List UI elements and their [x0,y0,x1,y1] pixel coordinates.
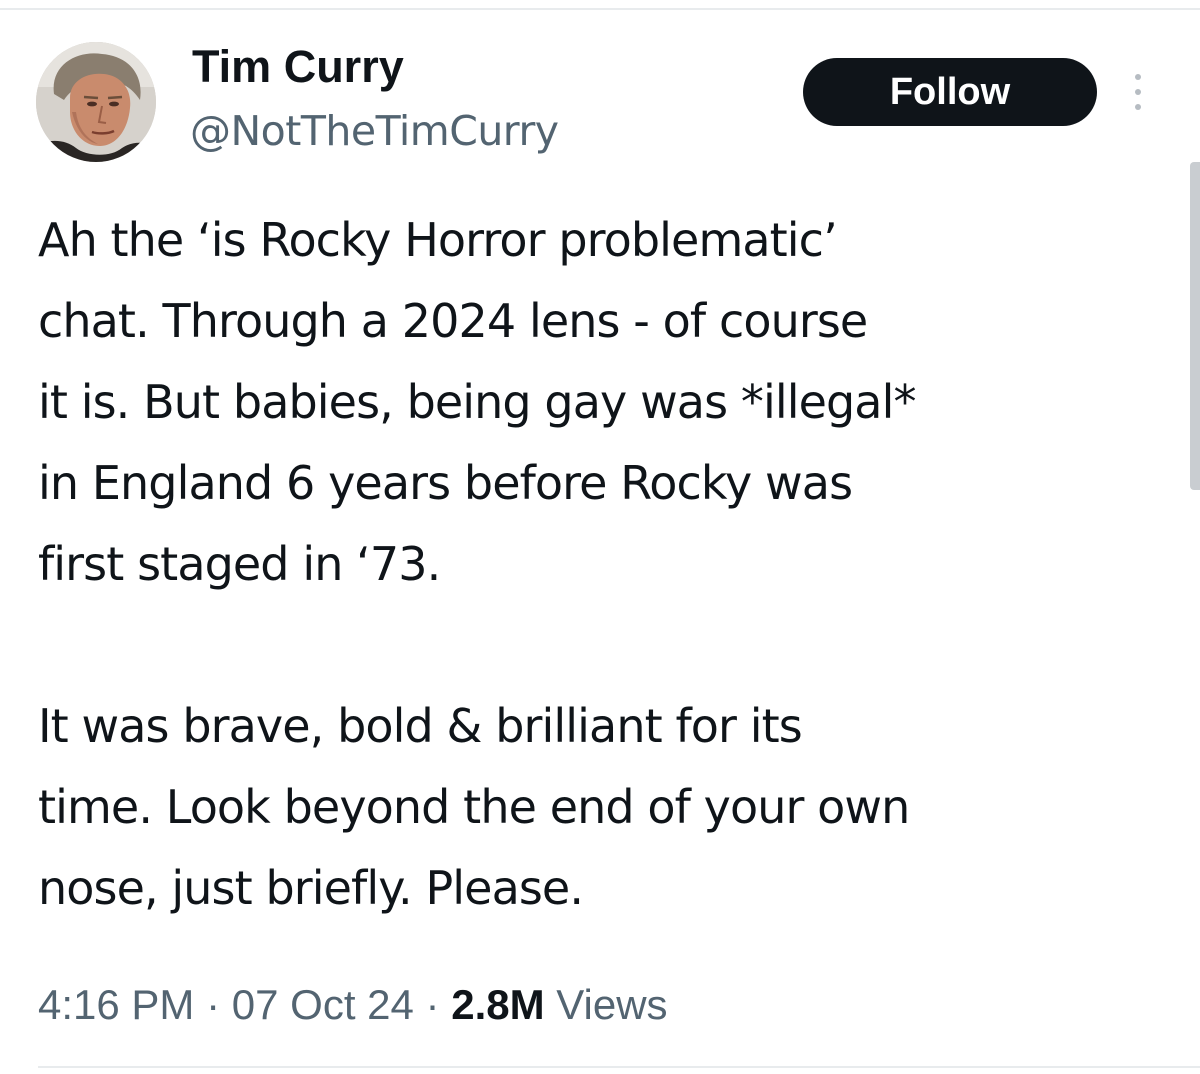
profile-photo-icon [36,42,156,162]
top-divider [0,8,1200,10]
tweet-card: Tim Curry @NotTheTimCurry Follow Ah the … [0,0,1200,1074]
author-handle[interactable]: @NotTheTimCurry [190,104,559,158]
tweet-meta: 4:16 PM · 07 Oct 24 · 2.8M Views [38,976,668,1034]
scrollbar[interactable] [1190,162,1200,490]
tweet-line: in England 6 years before Rocky was [38,456,853,510]
more-dot [1135,74,1141,80]
tweet-line: first staged in ‘73. [38,537,441,591]
author-name[interactable]: Tim Curry [192,40,404,94]
tweet-date[interactable]: 07 Oct 24 [232,981,414,1028]
more-dot [1135,89,1141,95]
avatar[interactable] [36,42,156,162]
tweet-line: nose, just briefly. Please. [38,861,584,915]
views-label: Views [556,981,668,1028]
tweet-line: it is. But babies, being gay was *illega… [38,375,916,429]
views-count[interactable]: 2.8M [451,981,544,1028]
tweet-line: Ah the ‘is Rocky Horror problematic’ [38,213,838,267]
meta-separator: · [425,981,440,1028]
follow-button[interactable]: Follow [803,58,1097,126]
tweet-time[interactable]: 4:16 PM [38,981,194,1028]
more-dots-icon[interactable] [1126,70,1150,114]
bottom-divider [38,1066,1200,1068]
tweet-line: It was brave, bold & brilliant for its [38,699,803,753]
tweet-text: Ah the ‘is Rocky Horror problematic’ cha… [38,200,1178,929]
tweet-line: chat. Through a 2024 lens - of course [38,294,868,348]
tweet-line: time. Look beyond the end of your own [38,780,910,834]
meta-separator: · [206,981,221,1028]
more-dot [1135,104,1141,110]
